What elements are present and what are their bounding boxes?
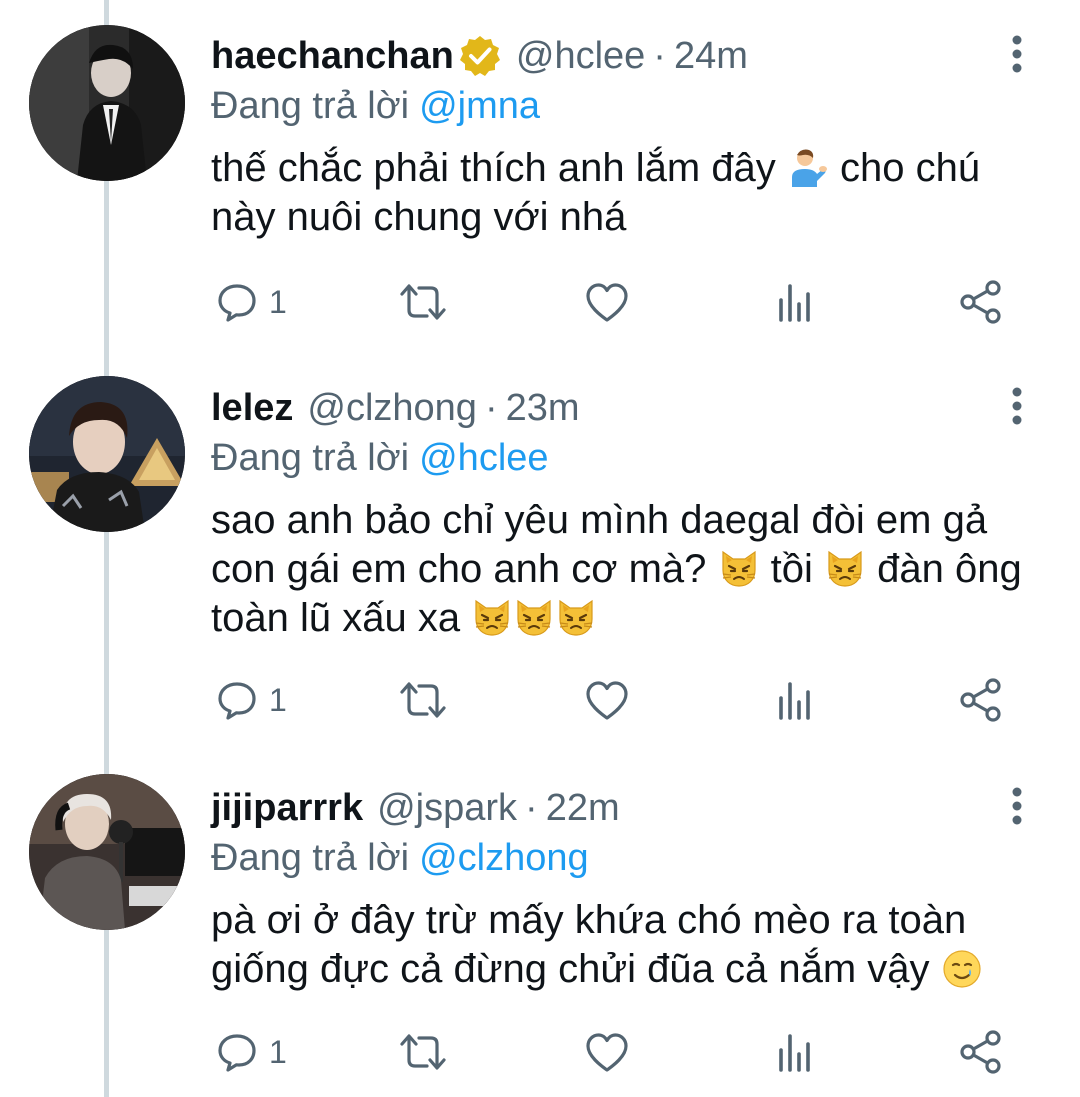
share-button[interactable] [957,272,1005,332]
replying-to-label: Đang trả lời [211,837,410,879]
tweet-header: jijiparrrk @jspark · 22m [211,784,620,832]
reply-icon [215,678,259,722]
share-button[interactable] [957,1022,1005,1082]
tweet-text-part: pà ơi ở đây trừ mấy khứa chó mèo ra toàn… [211,898,967,991]
retweet-button[interactable] [397,272,449,332]
pouting-cat-emoji [471,597,513,639]
tweet-actions: 1 [211,670,1041,730]
retweet-button[interactable] [397,670,449,730]
share-icon [957,278,1005,326]
pouting-cat-emoji [555,597,597,639]
reply-button[interactable]: 1 [215,1022,287,1082]
replying-to: Đang trả lời @jmna [211,82,540,130]
share-button[interactable] [957,670,1005,730]
separator-dot: · [525,787,538,829]
analytics-button[interactable] [773,670,817,730]
replying-to-label: Đang trả lời [211,437,410,479]
analytics-icon [773,1030,817,1074]
tweet-actions: 1 [211,272,1041,332]
like-button[interactable] [583,1022,631,1082]
replying-to-label: Đang trả lời [211,85,410,127]
pouting-cat-emoji [718,548,760,590]
replying-to-handle[interactable]: @jmna [419,85,540,127]
timestamp[interactable]: 23m [506,384,580,432]
avatar[interactable] [29,25,185,181]
reply-icon [215,280,259,324]
separator-dot: · [653,35,666,77]
retweet-icon [397,1030,449,1074]
avatar[interactable] [29,376,185,532]
user-handle[interactable]: @jspark [377,784,517,832]
more-icon[interactable] [1003,786,1031,826]
more-icon[interactable] [1003,386,1031,426]
display-name[interactable]: haechanchan [211,32,454,80]
like-button[interactable] [583,272,631,332]
more-icon[interactable] [1003,34,1031,74]
tweet-header: haechanchan @hclee · 24m [211,32,748,80]
reply-count: 1 [269,283,287,320]
like-button[interactable] [583,670,631,730]
retweet-icon [397,280,449,324]
replying-to: Đang trả lời @clzhong [211,834,589,882]
timestamp[interactable]: 22m [546,784,620,832]
share-icon [957,676,1005,724]
reply-icon [215,1030,259,1074]
user-handle[interactable]: @clzhong [307,384,477,432]
separator-dot: · [484,387,498,429]
analytics-icon [773,280,817,324]
tweet-header: lelez @clzhong · 23m [211,384,580,432]
tweet-text-part: tồi [759,547,824,591]
tweet-text: pà ơi ở đây trừ mấy khứa chó mèo ra toàn… [211,896,1041,994]
share-icon [957,1028,1005,1076]
like-icon [583,678,631,722]
replying-to: Đang trả lời @hclee [211,434,549,482]
display-name[interactable]: jijiparrrk [211,784,363,832]
person-tipping-hand-emoji [787,147,829,189]
retweet-button[interactable] [397,1022,449,1082]
reply-count: 1 [269,681,287,718]
tweet-text: sao anh bảo chỉ yêu mình daegal đòi em g… [211,496,1041,643]
tweet-text: thế chắc phải thích anh lắm đây cho chú … [211,144,1041,242]
verified-badge-icon [458,34,502,78]
display-name[interactable]: lelez [211,384,293,432]
tweet-text-part: thế chắc phải thích anh lắm đây [211,146,787,190]
user-handle[interactable]: @hclee [516,32,645,80]
analytics-icon [773,678,817,722]
replying-to-handle[interactable]: @clzhong [419,837,589,879]
tweet-actions: 1 [211,1022,1041,1082]
pouting-cat-emoji [824,548,866,590]
analytics-button[interactable] [773,1022,817,1082]
retweet-icon [397,678,449,722]
reply-count: 1 [269,1033,287,1070]
smiling-face-with-tear-emoji [941,948,983,990]
pouting-cat-emoji [513,597,555,639]
analytics-button[interactable] [773,272,817,332]
like-icon [583,1030,631,1074]
replying-to-handle[interactable]: @hclee [419,437,548,479]
avatar[interactable] [29,774,185,930]
reply-button[interactable]: 1 [215,272,287,332]
timestamp[interactable]: 24m [674,32,748,80]
like-icon [583,280,631,324]
reply-button[interactable]: 1 [215,670,287,730]
